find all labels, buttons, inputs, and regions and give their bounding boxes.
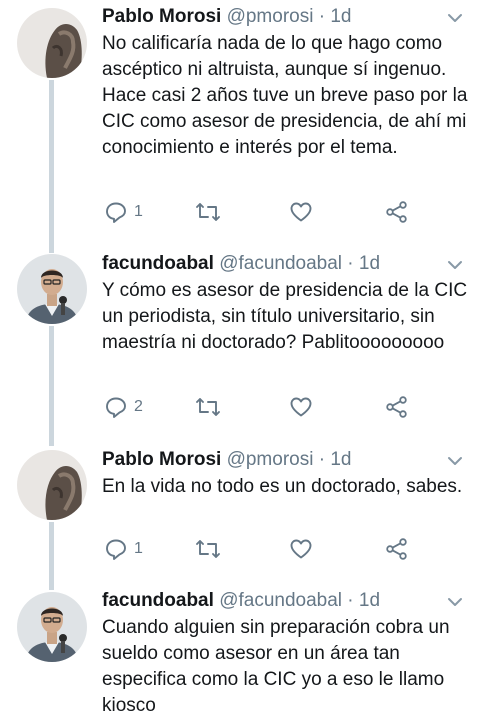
reply-button[interactable]: 2	[104, 394, 143, 420]
separator: ·	[347, 253, 354, 274]
chevron-down-icon[interactable]	[445, 592, 465, 612]
tweet-actions: 1	[102, 536, 422, 562]
reply-count: 1	[134, 540, 143, 557]
tweet-actions: 2	[102, 394, 422, 420]
timestamp[interactable]: 1d	[359, 253, 380, 274]
retweet-button[interactable]	[195, 199, 221, 225]
tweet-header: facundoabal @facundoabal · 1d	[102, 588, 439, 614]
display-name[interactable]: Pablo Morosi	[102, 449, 221, 470]
timestamp[interactable]: 1d	[330, 6, 351, 27]
retweet-button[interactable]	[195, 394, 221, 420]
retweet-icon	[195, 395, 221, 419]
like-button[interactable]	[289, 199, 313, 225]
tweet-header: facundoabal @facundoabal · 1d	[102, 251, 439, 277]
reply-count: 2	[134, 398, 143, 415]
share-button[interactable]	[385, 199, 409, 225]
retweet-icon	[195, 200, 221, 224]
separator: ·	[347, 590, 354, 611]
tweet-text: No calificaría nada de lo que hago como …	[102, 33, 468, 158]
display-name[interactable]: facundoabal	[102, 590, 214, 611]
reply-icon	[104, 537, 128, 561]
display-name[interactable]: facundoabal	[102, 253, 214, 274]
tweet-actions: 1	[102, 199, 422, 225]
reply-icon	[104, 200, 128, 224]
heart-icon	[289, 395, 313, 419]
retweet-button[interactable]	[195, 536, 221, 562]
like-button[interactable]	[289, 536, 313, 562]
tweet[interactable]: facundoabal @facundoabal · 1d Y cómo es …	[0, 244, 479, 440]
handle[interactable]: @pmorosi	[227, 449, 314, 470]
timestamp[interactable]: 1d	[330, 449, 351, 470]
share-button[interactable]	[385, 536, 409, 562]
share-button[interactable]	[385, 394, 409, 420]
reply-button[interactable]: 1	[104, 199, 143, 225]
share-icon	[385, 537, 409, 561]
handle[interactable]: @pmorosi	[227, 6, 314, 27]
retweet-icon	[195, 537, 221, 561]
tweet-text: Y cómo es asesor de presidencia de la CI…	[102, 280, 468, 353]
separator: ·	[318, 6, 326, 27]
heart-icon	[289, 200, 313, 224]
avatar[interactable]	[17, 8, 87, 78]
handle[interactable]: @facundoabal	[219, 253, 342, 274]
handle[interactable]: @facundoabal	[219, 590, 342, 611]
avatar[interactable]	[17, 254, 87, 324]
tweet-header: Pablo Morosi @pmorosi · 1d	[102, 4, 439, 30]
timestamp[interactable]: 1d	[359, 590, 380, 611]
reply-button[interactable]: 1	[104, 536, 143, 562]
share-icon	[385, 395, 409, 419]
avatar[interactable]	[17, 592, 87, 662]
tweet[interactable]: Pablo Morosi @pmorosi · 1d En la vida no…	[0, 440, 479, 586]
tweet[interactable]: facundoabal @facundoabal · 1d Cuando alg…	[0, 582, 479, 724]
chevron-down-icon[interactable]	[445, 8, 465, 28]
avatar[interactable]	[17, 450, 87, 520]
tweet-text: En la vida no todo es un doctorado, sabe…	[102, 476, 463, 497]
heart-icon	[289, 537, 313, 561]
tweet[interactable]: Pablo Morosi @pmorosi · 1d No calificarí…	[0, 0, 479, 240]
like-button[interactable]	[289, 394, 313, 420]
tweet-text: Cuando alguien sin preparación cobra un …	[102, 617, 450, 716]
chevron-down-icon[interactable]	[445, 255, 465, 275]
separator: ·	[318, 449, 326, 470]
chevron-down-icon[interactable]	[445, 451, 465, 471]
tweet-header: Pablo Morosi @pmorosi · 1d	[102, 447, 439, 473]
reply-count: 1	[134, 203, 143, 220]
reply-icon	[104, 395, 128, 419]
display-name[interactable]: Pablo Morosi	[102, 6, 221, 27]
share-icon	[385, 200, 409, 224]
